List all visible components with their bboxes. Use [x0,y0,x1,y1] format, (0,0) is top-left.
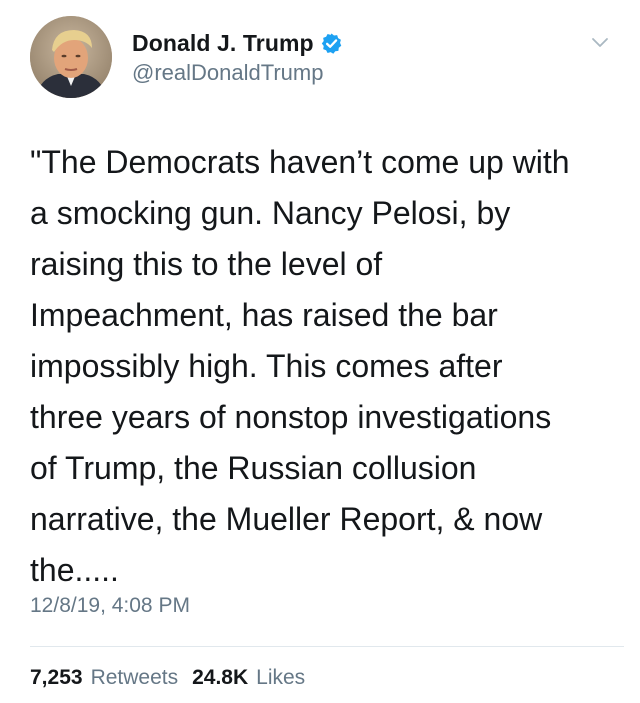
tweet-timestamp[interactable]: 12/8/19, 4:08 PM [30,594,190,618]
tweet-text-line: narrative, the Mueller Report, & now [30,501,543,537]
tweet-text: "The Democrats haven’t come up with a sm… [30,137,620,596]
tweet-text-line: three years of nonstop investigations [30,399,552,435]
avatar[interactable] [30,16,112,98]
likes-label[interactable]: Likes [256,666,305,690]
tweet-text-line: impossibly high. This comes after [30,348,503,384]
retweets-label[interactable]: Retweets [91,666,179,690]
author-name-row: Donald J. Trump [132,28,343,58]
tweet-text-line: "The Democrats haven’t come up with [30,144,570,180]
divider [30,646,624,647]
tweet-text-line: of Trump, the Russian collusion [30,450,477,486]
tweet-text-line: raising this to the level of [30,246,383,282]
author-handle[interactable]: @realDonaldTrump [132,60,323,86]
chevron-down-icon[interactable] [591,36,609,50]
avatar-image [30,16,112,98]
tweet-card: Donald J. Trump @realDonaldTrump "The De… [0,0,640,703]
retweets-count[interactable]: 7,253 [30,666,83,690]
tweet-stats: 7,253 Retweets 24.8K Likes [30,666,319,690]
tweet-text-line: a smocking gun. Nancy Pelosi, by [30,195,511,231]
verified-badge-icon [320,32,343,55]
likes-count[interactable]: 24.8K [192,666,248,690]
author-display-name[interactable]: Donald J. Trump [132,30,314,57]
tweet-text-line: Impeachment, has raised the bar [30,297,498,333]
tweet-text-line: the..... [30,552,119,588]
